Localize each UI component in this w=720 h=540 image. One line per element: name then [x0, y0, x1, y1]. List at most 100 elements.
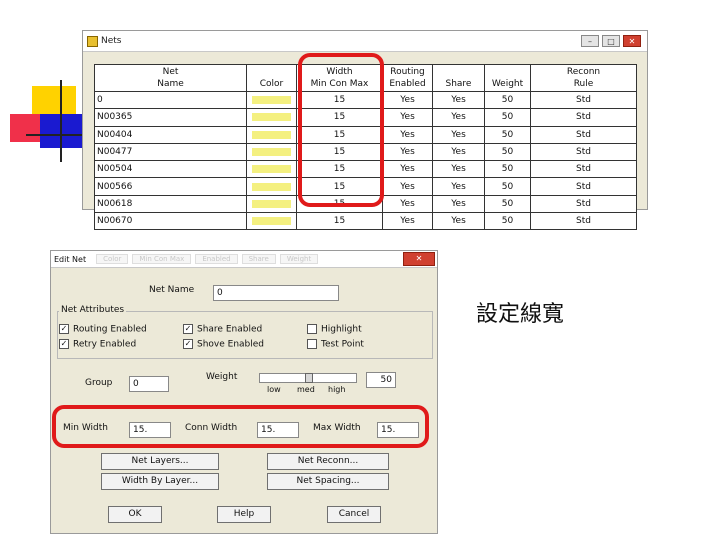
color-swatch[interactable] — [252, 182, 291, 191]
color-swatch[interactable] — [252, 217, 291, 226]
color-swatch[interactable] — [252, 165, 291, 174]
reconn-rule-cell[interactable]: Std — [530, 212, 637, 231]
weight-cell[interactable]: 50 — [484, 160, 531, 179]
share-cell[interactable]: Yes — [432, 90, 485, 110]
net-layers-button[interactable]: Net Layers... — [101, 453, 219, 470]
weight-cell[interactable]: 50 — [484, 142, 531, 162]
color-swatch[interactable] — [252, 96, 291, 105]
color-cell[interactable] — [246, 90, 297, 110]
col-header-net-name[interactable]: Net Name — [94, 64, 247, 92]
decor-blue-square — [40, 114, 84, 148]
color-cell[interactable] — [246, 125, 297, 144]
col-header-color[interactable]: Color — [246, 64, 297, 92]
routing-enabled-cell[interactable]: Yes — [382, 212, 433, 231]
col-header-share[interactable]: Share — [432, 64, 485, 92]
checkbox-share-enabled[interactable]: ✓ Share Enabled — [183, 324, 262, 335]
weight-cell[interactable]: 50 — [484, 177, 531, 196]
reconn-rule-cell[interactable]: Std — [530, 125, 637, 144]
help-button[interactable]: Help — [217, 506, 271, 523]
col-header-weight[interactable]: Weight — [484, 64, 531, 92]
checkbox-box[interactable]: ✓ — [183, 339, 193, 349]
color-cell[interactable] — [246, 212, 297, 231]
ok-button[interactable]: OK — [108, 506, 162, 523]
routing-enabled-cell[interactable]: Yes — [382, 194, 433, 214]
share-cell[interactable]: Yes — [432, 142, 485, 162]
checkbox-shove-enabled[interactable]: ✓ Shove Enabled — [183, 339, 264, 350]
maximize-button[interactable]: □ — [602, 35, 620, 47]
width-cell[interactable]: 15 — [296, 212, 383, 231]
routing-enabled-cell[interactable]: Yes — [382, 125, 433, 144]
routing-enabled-cell[interactable]: Yes — [382, 177, 433, 196]
share-cell[interactable]: Yes — [432, 212, 485, 231]
color-cell[interactable] — [246, 194, 297, 214]
checkbox-highlight[interactable]: Highlight — [307, 324, 362, 335]
weight-cell[interactable]: 50 — [484, 125, 531, 144]
color-cell[interactable] — [246, 108, 297, 127]
share-cell[interactable]: Yes — [432, 177, 485, 196]
share-cell[interactable]: Yes — [432, 194, 485, 214]
color-swatch[interactable] — [252, 130, 291, 139]
share-cell[interactable]: Yes — [432, 108, 485, 127]
weight-label: Weight — [206, 372, 238, 382]
checkbox-box[interactable]: ✓ — [59, 324, 69, 334]
net-name-cell[interactable]: 0 — [94, 90, 247, 110]
checkbox-box[interactable]: ✓ — [59, 339, 69, 349]
share-cell[interactable]: Yes — [432, 160, 485, 179]
group-input[interactable]: 0 — [129, 376, 169, 392]
ghost-tab: Weight — [279, 254, 319, 264]
routing-enabled-cell[interactable]: Yes — [382, 108, 433, 127]
net-name-cell[interactable]: N00365 — [94, 108, 247, 127]
checkbox-box[interactable]: ✓ — [183, 324, 193, 334]
net-name-cell[interactable]: N00504 — [94, 160, 247, 179]
checkbox-routing-enabled[interactable]: ✓ Routing Enabled — [59, 324, 147, 335]
net-name-cell[interactable]: N00566 — [94, 177, 247, 196]
routing-enabled-cell[interactable]: Yes — [382, 160, 433, 179]
weight-cell[interactable]: 50 — [484, 212, 531, 231]
col-header-routing-enabled[interactable]: Routing Enabled — [382, 64, 433, 92]
net-name-label: Net Name — [149, 285, 195, 295]
decor-vertical-line — [60, 80, 62, 162]
color-swatch[interactable] — [252, 148, 291, 157]
routing-enabled-cell[interactable]: Yes — [382, 142, 433, 162]
checkbox-retry-enabled[interactable]: ✓ Retry Enabled — [59, 339, 136, 350]
weight-slider-thumb[interactable] — [305, 373, 313, 383]
net-name-cell[interactable]: N00670 — [94, 212, 247, 231]
checkbox-box[interactable] — [307, 324, 317, 334]
color-cell[interactable] — [246, 160, 297, 179]
checkbox-test-point[interactable]: Test Point — [307, 339, 364, 350]
weight-cell[interactable]: 50 — [484, 108, 531, 127]
net-name-cell[interactable]: N00404 — [94, 125, 247, 144]
reconn-rule-cell[interactable]: Std — [530, 90, 637, 110]
width-fields-highlight — [52, 405, 429, 448]
weight-input[interactable]: 50 — [366, 372, 396, 388]
table-row[interactable]: N00670 15 Yes Yes 50 Std — [94, 212, 637, 231]
color-swatch[interactable] — [252, 113, 291, 122]
checkbox-box[interactable] — [307, 339, 317, 349]
cancel-button[interactable]: Cancel — [327, 506, 381, 523]
routing-enabled-cell[interactable]: Yes — [382, 90, 433, 110]
color-swatch[interactable] — [252, 199, 291, 208]
ghost-tab: Color — [96, 254, 129, 264]
color-cell[interactable] — [246, 142, 297, 162]
weight-slider[interactable] — [259, 373, 357, 383]
minimize-button[interactable]: – — [581, 35, 599, 47]
color-cell[interactable] — [246, 177, 297, 196]
weight-cell[interactable]: 50 — [484, 90, 531, 110]
net-name-cell[interactable]: N00477 — [94, 142, 247, 162]
net-spacing-button[interactable]: Net Spacing... — [267, 473, 389, 490]
net-name-cell[interactable]: N00618 — [94, 194, 247, 214]
width-by-layer-button[interactable]: Width By Layer... — [101, 473, 219, 490]
reconn-rule-cell[interactable]: Std — [530, 142, 637, 162]
nets-app-icon — [87, 35, 98, 47]
edit-net-close-button[interactable]: ✕ — [403, 252, 435, 266]
weight-cell[interactable]: 50 — [484, 194, 531, 214]
col-header-reconn-rule[interactable]: Reconn Rule — [530, 64, 637, 92]
net-reconn-button[interactable]: Net Reconn... — [267, 453, 389, 470]
reconn-rule-cell[interactable]: Std — [530, 177, 637, 196]
net-name-input[interactable]: 0 — [213, 285, 339, 301]
reconn-rule-cell[interactable]: Std — [530, 194, 637, 214]
share-cell[interactable]: Yes — [432, 125, 485, 144]
close-button[interactable]: ✕ — [623, 35, 641, 47]
reconn-rule-cell[interactable]: Std — [530, 160, 637, 179]
reconn-rule-cell[interactable]: Std — [530, 108, 637, 127]
